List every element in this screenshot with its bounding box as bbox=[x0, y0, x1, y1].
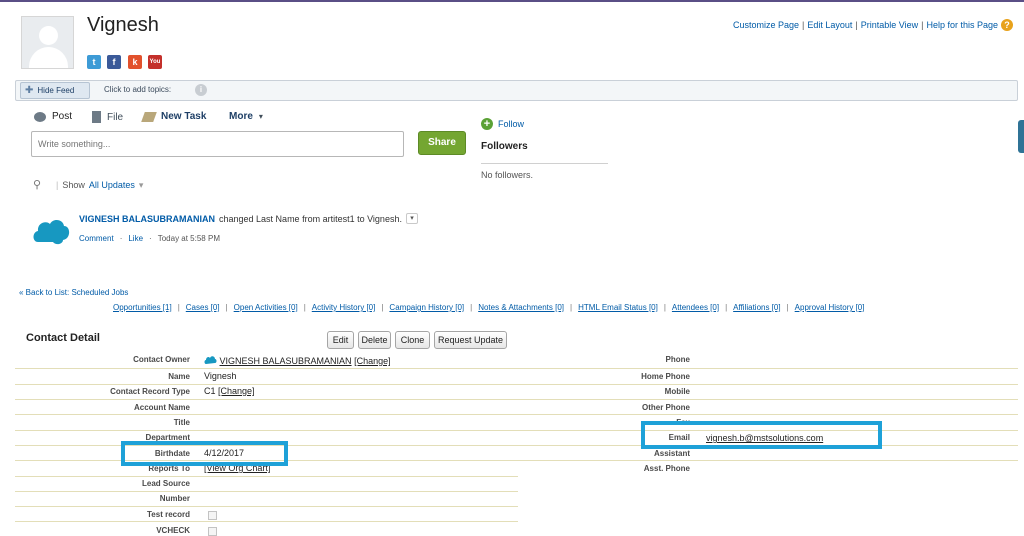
comment-link[interactable]: Comment bbox=[79, 234, 114, 243]
all-updates-dropdown[interactable]: All Updates bbox=[89, 180, 135, 191]
feed-item: VIGNESH BALASUBRAMANIAN changed Last Nam… bbox=[79, 213, 418, 224]
follow-icon[interactable]: + bbox=[481, 118, 493, 130]
chevron-down-icon: ▾ bbox=[258, 112, 263, 121]
test-record-checkbox bbox=[208, 511, 217, 520]
task-icon bbox=[141, 111, 157, 122]
field-value-contact-owner: VIGNESH BALASUBRAMANIAN [Change] bbox=[204, 354, 391, 366]
printable-view-link[interactable]: Printable View bbox=[861, 20, 918, 30]
page-utility-links: Customize Page | Edit Layout | Printable… bbox=[733, 19, 1013, 31]
info-icon[interactable]: i bbox=[195, 84, 207, 96]
tab-more[interactable]: More ▾ bbox=[229, 111, 263, 122]
customize-page-link[interactable]: Customize Page bbox=[733, 20, 799, 30]
field-label-phone: Phone bbox=[665, 355, 690, 364]
hide-feed-button[interactable]: ✚ Hide Feed bbox=[20, 82, 90, 99]
tab-post[interactable]: Post bbox=[34, 111, 72, 122]
side-panel-handle[interactable] bbox=[1018, 120, 1024, 153]
post-composer-input[interactable] bbox=[31, 131, 404, 157]
page-title: Vignesh bbox=[87, 14, 159, 36]
related-link-cases[interactable]: Cases [0] bbox=[186, 303, 220, 312]
like-link[interactable]: Like bbox=[128, 234, 143, 243]
followers-title: Followers bbox=[481, 141, 528, 152]
facebook-icon[interactable]: f bbox=[107, 55, 121, 69]
edit-layout-link[interactable]: Edit Layout bbox=[807, 20, 852, 30]
tab-new-task[interactable]: New Task bbox=[141, 111, 206, 122]
contact-owner-link[interactable]: VIGNESH BALASUBRAMANIAN bbox=[220, 356, 352, 366]
field-label-name: Name bbox=[168, 372, 190, 381]
birthdate-highlight-box bbox=[121, 441, 288, 466]
follow-link[interactable]: Follow bbox=[498, 119, 524, 129]
field-label-asst-phone: Asst. Phone bbox=[643, 464, 690, 473]
field-label-home-phone: Home Phone bbox=[641, 372, 690, 381]
no-followers-text: No followers. bbox=[481, 170, 534, 180]
related-link-attendees[interactable]: Attendees [0] bbox=[672, 303, 719, 312]
related-link-html-email-status[interactable]: HTML Email Status [0] bbox=[578, 303, 658, 312]
field-label-contact-owner: Contact Owner bbox=[133, 355, 190, 364]
field-label-record-type: Contact Record Type bbox=[110, 387, 190, 396]
delete-button[interactable]: Delete bbox=[358, 331, 391, 349]
related-link-open-activities[interactable]: Open Activities [0] bbox=[234, 303, 298, 312]
field-label-title: Title bbox=[173, 418, 190, 427]
feed-filter: | Show All Updates ▾ bbox=[56, 180, 144, 191]
feed-item-menu[interactable]: ▾ bbox=[405, 213, 418, 224]
feed-timestamp: Today at 5:58 PM bbox=[157, 234, 220, 243]
request-update-button[interactable]: Request Update bbox=[434, 331, 507, 349]
clone-button[interactable]: Clone bbox=[395, 331, 430, 349]
feed-icon: ✚ bbox=[25, 85, 34, 96]
related-link-campaign-history[interactable]: Campaign History [0] bbox=[389, 303, 464, 312]
field-label-test-record: Test record bbox=[147, 510, 190, 519]
share-button[interactable]: Share bbox=[418, 131, 466, 155]
help-icon[interactable]: ? bbox=[1001, 19, 1013, 31]
related-link-notes-attachments[interactable]: Notes & Attachments [0] bbox=[478, 303, 564, 312]
field-label-mobile: Mobile bbox=[664, 387, 690, 396]
change-owner-link[interactable]: [Change] bbox=[354, 356, 391, 366]
help-link[interactable]: Help for this Page bbox=[926, 20, 998, 30]
klout-icon[interactable]: k bbox=[128, 55, 142, 69]
related-link-activity-history[interactable]: Activity History [0] bbox=[312, 303, 376, 312]
field-value-name: Vignesh bbox=[204, 371, 237, 381]
salesforce-cloud-icon[interactable] bbox=[32, 212, 70, 250]
show-label: Show bbox=[62, 180, 85, 190]
field-label-lead-source: Lead Source bbox=[141, 479, 190, 488]
add-topics-link[interactable]: Click to add topics: bbox=[104, 85, 171, 94]
field-value-record-type: C1 [Change] bbox=[204, 386, 255, 396]
tab-file[interactable]: File bbox=[92, 111, 123, 123]
field-label-other-phone: Other Phone bbox=[641, 403, 690, 412]
edit-button[interactable]: Edit bbox=[327, 331, 354, 349]
related-link-approval-history[interactable]: Approval History [0] bbox=[795, 303, 865, 312]
search-icon[interactable]: ⚲ bbox=[33, 178, 41, 191]
salesforce-cloud-icon bbox=[204, 356, 217, 364]
back-to-list-link[interactable]: « Back to List: Scheduled Jobs bbox=[19, 288, 128, 297]
related-link-affiliations[interactable]: Affiliations [0] bbox=[733, 303, 780, 312]
file-icon bbox=[92, 111, 101, 123]
youtube-icon[interactable]: You bbox=[148, 55, 162, 69]
field-label-vcheck: VCHECK bbox=[156, 526, 190, 535]
field-label-account-name: Account Name bbox=[133, 403, 190, 412]
field-label-assistant: Assistant bbox=[653, 449, 690, 458]
feed-text: changed Last Name from artitest1 to Vign… bbox=[219, 213, 402, 224]
chevron-down-icon[interactable]: ▾ bbox=[139, 180, 144, 191]
divider bbox=[481, 163, 608, 164]
change-record-type-link[interactable]: [Change] bbox=[218, 386, 255, 396]
field-label-number: Number bbox=[159, 494, 190, 503]
feed-actor-link[interactable]: VIGNESH BALASUBRAMANIAN bbox=[79, 214, 215, 224]
chat-bubble-icon bbox=[34, 111, 46, 122]
twitter-icon[interactable]: t bbox=[87, 55, 101, 69]
vcheck-checkbox bbox=[208, 527, 217, 536]
related-link-opportunities[interactable]: Opportunities [1] bbox=[113, 303, 172, 312]
section-title: Contact Detail bbox=[26, 332, 100, 344]
avatar[interactable] bbox=[21, 16, 74, 69]
top-border bbox=[0, 0, 1024, 2]
email-highlight-box bbox=[641, 421, 882, 449]
related-list-links: Opportunities [1] | Cases [0] | Open Activ… bbox=[113, 303, 865, 312]
feed-item-actions: Comment · Like · Today at 5:58 PM bbox=[79, 234, 220, 243]
